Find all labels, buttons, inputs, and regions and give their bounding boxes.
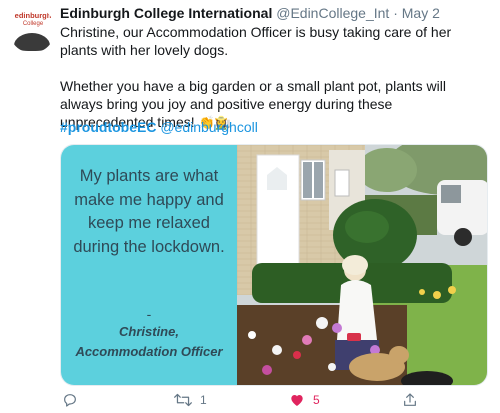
like-button[interactable]: 5	[289, 392, 320, 408]
garden-photo	[237, 145, 487, 385]
tweet-paragraph-1: Christine, our Accommodation Officer is …	[60, 24, 452, 58]
reply-icon	[64, 394, 76, 407]
avatar-logo-subtext: College	[22, 21, 44, 27]
tweet-actions: 1 5	[0, 392, 500, 412]
avatar[interactable]: edinburgh College	[9, 7, 55, 53]
author-name[interactable]: Edinburgh College International	[60, 5, 272, 21]
author-handle[interactable]: @EdinCollege_Int	[276, 5, 389, 21]
quote-text: My plants are what make me happy and kee…	[73, 167, 225, 256]
avatar-logo-text: edinburgh	[14, 11, 52, 20]
heart-icon	[291, 395, 303, 406]
tweet-media-card[interactable]: My plants are what make me happy and kee…	[60, 144, 488, 386]
quote-attribution: Christine, Accommodation Officer	[75, 324, 223, 359]
tweet-tags: #proudtobeEC @edinburghcoll	[60, 119, 258, 135]
like-count: 5	[313, 393, 320, 407]
avatar-logo-shape	[14, 33, 50, 51]
share-icon	[404, 393, 416, 406]
retweet-button[interactable]: 1	[174, 392, 207, 408]
share-button[interactable]	[402, 392, 418, 408]
quote-dash: -	[146, 306, 152, 322]
header-separator: ·	[393, 5, 398, 21]
tweet-date[interactable]: May 2	[402, 5, 440, 21]
retweet-count: 1	[200, 393, 207, 407]
tweet-text: Christine, our Accommodation Officer is …	[60, 23, 485, 132]
tweet-header: Edinburgh College International @EdinCol…	[60, 5, 440, 21]
quote-panel: My plants are what make me happy and kee…	[61, 145, 237, 385]
reply-button[interactable]	[62, 392, 86, 408]
retweet-icon	[174, 393, 192, 407]
hashtag-link[interactable]: #proudtobeEC	[60, 119, 156, 135]
mention-link[interactable]: @edinburghcoll	[160, 119, 258, 135]
